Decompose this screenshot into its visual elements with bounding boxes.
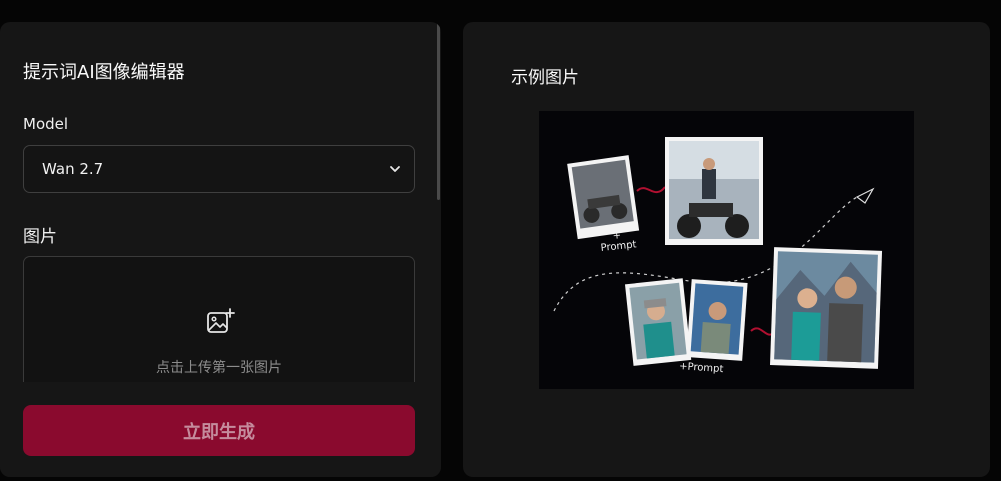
editor-panel: 提示词AI图像编辑器 Model Wan 2.7 图片 点击上传第一张图片 立即… <box>0 22 441 477</box>
example-title: 示例图片 <box>511 68 579 88</box>
svg-text:Prompt: Prompt <box>600 239 637 254</box>
svg-text:+Prompt: +Prompt <box>679 361 724 375</box>
chevron-down-icon <box>390 166 400 172</box>
model-select-value: Wan 2.7 <box>42 160 104 178</box>
model-select[interactable]: Wan 2.7 <box>23 145 415 193</box>
image-label: 图片 <box>23 227 57 247</box>
scrollbar[interactable] <box>437 22 440 200</box>
example-image: + Prompt +Prompt <box>539 111 914 389</box>
page-title: 提示词AI图像编辑器 <box>23 62 185 83</box>
example-panel: 示例图片 + Prompt +Prompt <box>463 22 990 477</box>
generate-button[interactable]: 立即生成 <box>23 405 415 456</box>
upload-hint: 点击上传第一张图片 <box>156 360 282 376</box>
add-image-icon <box>207 308 235 333</box>
model-label: Model <box>23 115 69 133</box>
